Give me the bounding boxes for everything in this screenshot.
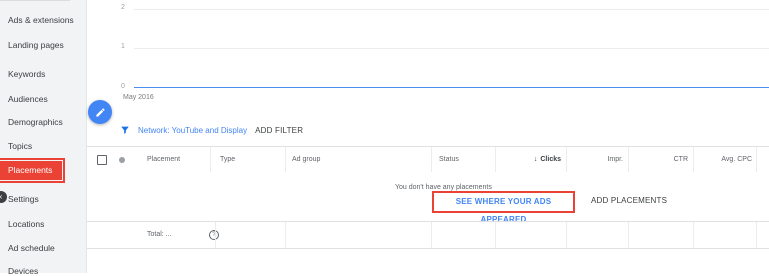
edit-fab-button[interactable] [88,100,112,124]
column-divider [495,147,496,172]
column-divider [756,222,757,248]
column-divider [566,222,567,248]
column-divider [210,147,211,172]
column-divider [693,147,694,172]
sidebar-item-audiences[interactable]: Audiences [8,94,48,104]
y-tick-label: 0 [121,83,125,90]
sidebar-item-ad-schedule[interactable]: Ad schedule [8,243,55,253]
y-tick-label: 2 [121,4,125,11]
status-dot-icon [119,157,125,163]
column-header-status[interactable]: Status [439,147,459,172]
see-where-ads-appeared-button[interactable]: SEE WHERE YOUR ADS APPEARED [432,191,575,224]
sidebar-item-landing-pages[interactable]: Landing pages [8,40,64,50]
sidebar-item-keywords[interactable]: Keywords [8,69,45,79]
filter-bar: Network: YouTube and Display ADD FILTER [120,123,303,137]
sidebar-item-placements[interactable]: Placements [0,158,65,183]
column-header-ctr[interactable]: CTR [633,147,688,172]
performance-chart: 2 1 0 May 2016 [87,0,769,110]
gridline [134,48,769,49]
help-circle-icon[interactable]: ? [209,230,219,240]
select-all-checkbox[interactable] [97,155,107,165]
x-tick-label: May 2016 [123,94,154,101]
gridline [134,9,769,10]
add-placements-button[interactable]: ADD PLACEMENTS [591,196,667,205]
table-header-row: Placement Type Ad group Status ↓ Clicks … [87,146,769,173]
column-header-impr[interactable]: Impr. [571,147,623,172]
column-divider [628,222,629,248]
column-divider [693,222,694,248]
column-divider [285,147,286,172]
add-filter-button[interactable]: ADD FILTER [255,126,303,135]
column-header-avg-cpc[interactable]: Avg. CPC [698,147,752,172]
column-divider [756,147,757,172]
y-tick-label: 1 [121,43,125,50]
column-divider [431,222,432,248]
pencil-icon [95,107,105,117]
column-header-clicks[interactable]: ↓ Clicks [517,147,561,172]
column-divider [566,147,567,172]
sidebar-item-locations[interactable]: Locations [8,219,44,229]
sidebar-nav: Ads & extensions Landing pages Keywords … [0,0,87,276]
sidebar-item-devices[interactable]: Devices [8,266,38,276]
column-divider [431,147,432,172]
column-header-placement[interactable]: Placement [147,147,180,172]
sidebar-item-topics[interactable]: Topics [8,141,32,151]
total-row: Total: ... ? [87,221,769,249]
sidebar-item-demographics[interactable]: Demographics [8,117,63,127]
series-line [134,87,769,88]
column-header-type[interactable]: Type [220,147,235,172]
collapse-toggle-icon[interactable]: ‹ [0,191,7,203]
sidebar-item-ads-extensions[interactable]: Ads & extensions [8,15,74,25]
network-filter-chip[interactable]: Network: YouTube and Display [138,126,247,135]
column-divider [215,222,216,248]
funnel-icon[interactable] [120,125,130,135]
sidebar-item-settings[interactable]: Settings [8,194,39,204]
empty-state-message: You don't have any placements [395,184,492,191]
column-header-ad-group[interactable]: Ad group [292,147,320,172]
total-label: Total: ... [147,231,172,238]
column-divider [628,147,629,172]
column-header-clicks-label: Clicks [540,156,561,163]
divider [0,0,70,1]
column-divider [495,222,496,248]
column-divider [285,222,286,248]
arrow-down-icon: ↓ [533,156,538,163]
